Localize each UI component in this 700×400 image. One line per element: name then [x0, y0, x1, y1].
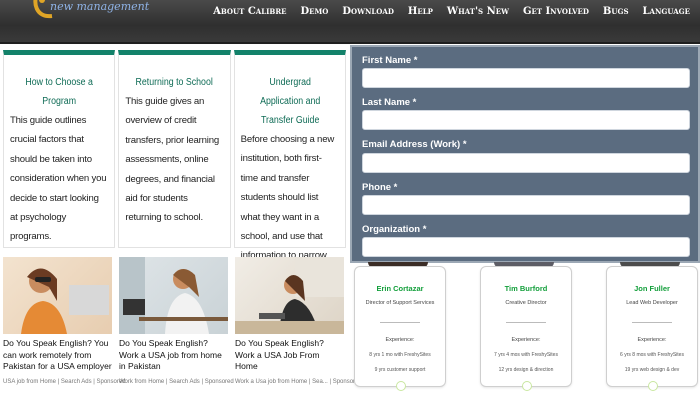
- divider: [632, 322, 672, 323]
- guide-card: How to Choose a Program This guide outli…: [3, 50, 116, 248]
- main-nav: About Calibre Demo Download Help What's …: [213, 6, 690, 17]
- staff-experience-label: Experience:: [637, 337, 667, 343]
- guide-cards: How to Choose a Program This guide outli…: [3, 50, 346, 281]
- ad-image[interactable]: [3, 257, 112, 334]
- guide-card-title[interactable]: How to Choose a Program: [16, 73, 103, 111]
- email-input[interactable]: [362, 153, 690, 173]
- staff-experience-line: 12 yrs design & direction: [498, 367, 554, 373]
- staff-experience-label: Experience:: [511, 337, 541, 343]
- ad-item[interactable]: Do You Speak English? Work a USA job fro…: [119, 257, 234, 385]
- guide-card-body: This guide outlines crucial factors that…: [10, 115, 107, 243]
- badge-icon: [396, 381, 406, 391]
- ad-title[interactable]: Do You Speak English? Work a USA job fro…: [119, 338, 228, 373]
- nav-bugs[interactable]: Bugs: [603, 6, 629, 17]
- first-name-input[interactable]: [362, 68, 690, 88]
- ad-title[interactable]: Do You Speak English? Work a USA Job Fro…: [235, 338, 344, 373]
- guide-card-title[interactable]: Returning to School: [131, 73, 218, 92]
- badge-icon: [522, 381, 532, 391]
- ad-image[interactable]: [235, 257, 344, 334]
- staff-card: Tim Burford Creative Director Experience…: [480, 266, 572, 391]
- guide-card: Returning to School This guide gives an …: [118, 50, 231, 248]
- ad-image[interactable]: [119, 257, 228, 334]
- nav-help[interactable]: Help: [408, 6, 433, 17]
- guide-card: Undergrad Application and Transfer Guide…: [233, 50, 346, 281]
- ad-item[interactable]: Do You Speak English? Work a USA Job Fro…: [235, 257, 362, 385]
- ad-title[interactable]: Do You Speak English? You can work remot…: [3, 338, 112, 373]
- staff-experience-line: 8 yrs 1 mo with FreshySites: [369, 352, 431, 358]
- site-header: new management About Calibre Demo Downlo…: [0, 0, 700, 44]
- organization-label: Organization *: [362, 224, 427, 235]
- divider: [380, 322, 420, 323]
- guide-card-title[interactable]: Undergrad Application and Transfer Guide: [247, 73, 334, 130]
- staff-experience-line: 9 yrs customer support: [374, 367, 426, 373]
- nav-language[interactable]: Language: [643, 6, 690, 17]
- staff-experience-line: 7 yrs 4 mos with FreshySites: [494, 352, 558, 358]
- first-name-label: First Name *: [362, 55, 418, 66]
- badge-icon: [648, 381, 658, 391]
- ad-item[interactable]: Do You Speak English? You can work remot…: [3, 257, 126, 385]
- last-name-input[interactable]: [362, 110, 690, 130]
- staff-experience-label: Experience:: [385, 337, 415, 343]
- staff-name: Erin Cortazar: [376, 284, 424, 293]
- ad-meta: Work from Home | Search Ads | Sponsored: [119, 378, 234, 385]
- organization-input[interactable]: [362, 237, 690, 257]
- divider: [506, 322, 546, 323]
- nav-about[interactable]: About Calibre: [213, 6, 286, 17]
- staff-card: Erin Cortazar Director of Support Servic…: [354, 266, 446, 391]
- logo-text: new management: [50, 0, 150, 13]
- staff-name: Tim Burford: [504, 284, 548, 293]
- nav-download[interactable]: Download: [342, 6, 394, 17]
- nav-get-involved[interactable]: Get Involved: [523, 6, 589, 17]
- phone-input[interactable]: [362, 195, 690, 215]
- ad-meta: USA job from Home | Search Ads | Sponsor…: [3, 378, 126, 385]
- guide-card-body: This guide gives an overview of credit t…: [125, 96, 219, 224]
- nav-whats-new[interactable]: What's New: [447, 6, 509, 17]
- staff-role: Creative Director: [505, 300, 547, 306]
- last-name-label: Last Name *: [362, 97, 417, 108]
- staff-role: Director of Support Services: [365, 300, 435, 306]
- staff-experience-line: 6 yrs 8 mos with FreshySites: [620, 352, 684, 358]
- ad-meta: Work a Usa job from Home | Sea... | Spon…: [235, 378, 362, 385]
- staff-name: Jon Fuller: [634, 284, 670, 293]
- staff-role: Lead Web Developer: [626, 300, 678, 306]
- nav-demo[interactable]: Demo: [300, 6, 328, 17]
- sponsored-ads: Do You Speak English? You can work remot…: [3, 257, 362, 385]
- contact-form: First Name * Last Name * Email Address (…: [350, 45, 700, 263]
- email-label: Email Address (Work) *: [362, 139, 467, 150]
- phone-label: Phone *: [362, 182, 398, 193]
- staff-card: Jon Fuller Lead Web Developer Experience…: [606, 266, 698, 391]
- staff-experience-line: 19 yrs web design & dev: [624, 367, 680, 373]
- page: new management About Calibre Demo Downlo…: [0, 0, 700, 400]
